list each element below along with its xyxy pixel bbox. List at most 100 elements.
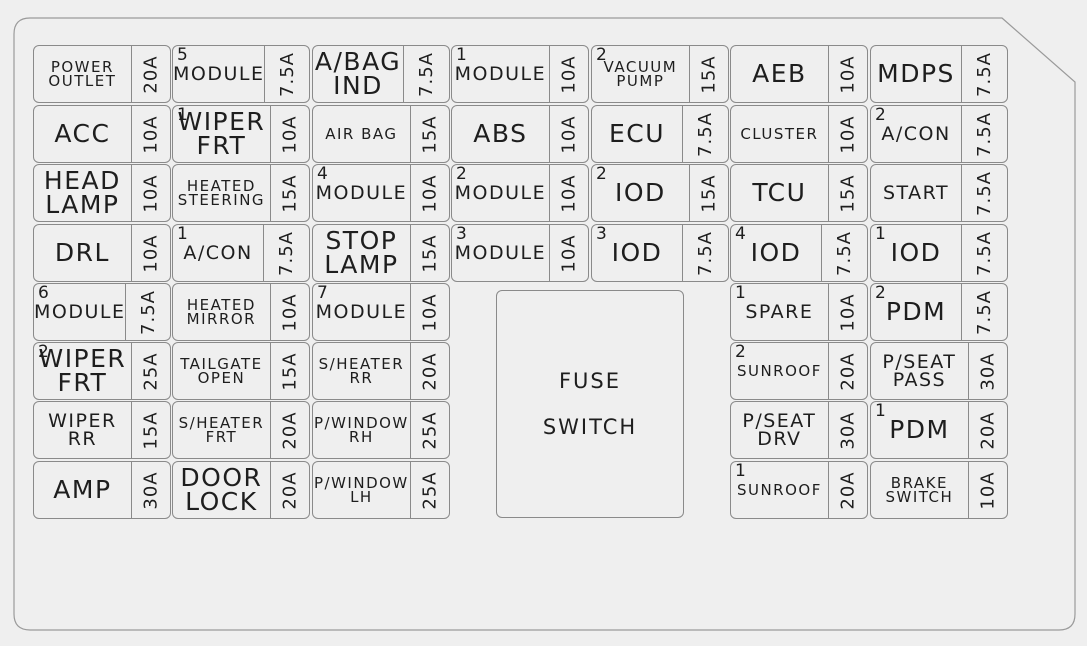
fuse-number: 1 — [735, 461, 746, 481]
fuse-rating: 25A — [419, 470, 441, 510]
fuse-rating-area: 7.5A — [683, 106, 728, 162]
fuse-number: 2 — [735, 342, 746, 362]
fuse-rating-area: 10A — [829, 46, 867, 102]
fuse-label-area: SPARE 1 — [731, 284, 829, 340]
fuse-rating: 10A — [558, 114, 580, 154]
fuse-rating-area: 10A — [132, 165, 170, 221]
fuse-rating: 10A — [419, 292, 441, 332]
fuse-rating: 7.5A — [695, 230, 717, 276]
fuse-cell: A/CON 1 7.5A — [172, 224, 310, 282]
fuse-number: 4 — [735, 224, 746, 244]
fuse-label: IOD — [614, 178, 666, 208]
fuse-label: SUNROOF — [736, 480, 822, 499]
fuse-label-area: IOD 2 — [592, 165, 690, 221]
fuse-rating: 7.5A — [974, 289, 996, 335]
fuse-rating: 25A — [140, 351, 162, 391]
fuse-cell: A/BAG IND 7.5A — [312, 45, 450, 103]
fuse-label: MODULE — [454, 62, 547, 85]
fuse-label-area: CLUSTER — [731, 106, 829, 162]
fuse-rating: 10A — [837, 54, 859, 94]
fuse-label-area: START — [871, 165, 963, 221]
fuse-number: 1 — [456, 45, 467, 65]
fuse-label: CLUSTER — [740, 124, 819, 143]
fuse-cell: IOD 3 7.5A — [591, 224, 729, 282]
fuse-rating: 15A — [837, 173, 859, 213]
fuse-rating: 20A — [140, 54, 162, 94]
fuse-rating-area: 7.5A — [962, 46, 1007, 102]
fuse-label: P/SEAT DRV — [742, 409, 817, 450]
fuse-rating: 10A — [419, 173, 441, 213]
fuse-label: STOP LAMP — [324, 226, 399, 279]
fuse-rating: 7.5A — [974, 230, 996, 276]
fuse-cell: WIPER RR 15A — [33, 401, 171, 459]
fuse-label-area: P/WINDOW RH — [313, 402, 411, 458]
fuse-cell: DRL 10A — [33, 224, 171, 282]
fuse-rating-area: 15A — [271, 343, 309, 399]
fuse-rating-area: 30A — [969, 343, 1007, 399]
fuse-label-area: MODULE 7 — [313, 284, 411, 340]
fuse-rating: 10A — [558, 233, 580, 273]
fuse-label: AMP — [53, 475, 112, 505]
fuse-cell: MODULE 3 10A — [451, 224, 589, 282]
fuse-label: TAILGATE OPEN — [180, 354, 263, 387]
fuse-rating: 20A — [837, 351, 859, 391]
fuse-rating: 10A — [140, 173, 162, 213]
fuse-rating: 15A — [698, 173, 720, 213]
fuse-rating-area: 7.5A — [404, 46, 449, 102]
fuse-label-area: IOD 4 — [731, 224, 823, 281]
fuse-cell: S/HEATER FRT 20A — [172, 401, 310, 459]
fuse-label-area: P/WINDOW LH — [313, 462, 411, 518]
fuse-cell: STOP LAMP 15A — [312, 224, 450, 282]
fuse-cell: MODULE 7 10A — [312, 283, 450, 341]
fuse-cell: MODULE 1 10A — [451, 45, 589, 103]
fuse-cell: MODULE 6 7.5A — [33, 283, 171, 341]
fuse-rating: 30A — [140, 470, 162, 510]
fuse-label: BRAKE SWITCH — [885, 473, 954, 506]
fuse-cell: P/SEAT DRV 30A — [730, 401, 868, 459]
fuse-rating: 7.5A — [277, 51, 299, 97]
fuse-rating-area: 25A — [411, 402, 449, 458]
fuse-rating-area: 20A — [829, 462, 867, 518]
fuse-label: START — [882, 181, 950, 204]
fuse-rating: 15A — [279, 173, 301, 213]
fuse-switch-line2: SWITCH — [542, 415, 638, 439]
fuse-rating-area: 25A — [132, 343, 170, 399]
fuse-rating-area: 20A — [271, 462, 309, 518]
fuse-cell: MDPS 7.5A — [870, 45, 1008, 103]
fuse-cell: ABS 10A — [451, 105, 589, 163]
fuse-label-area: AMP — [34, 462, 132, 518]
fuse-label: WIPER FRT — [38, 344, 127, 397]
fuse-label: DOOR LOCK — [180, 463, 263, 516]
fuse-label: ECU — [608, 119, 666, 149]
fuse-label: HEATED MIRROR — [186, 295, 257, 328]
fuse-label: IOD — [750, 238, 802, 268]
fuse-cell: SPARE 1 10A — [730, 283, 868, 341]
fuse-label-area: MODULE 4 — [313, 165, 411, 221]
fuse-number: 2 — [596, 45, 607, 65]
fuse-number: 1 — [177, 105, 188, 125]
fuse-cell: SUNROOF 2 20A — [730, 342, 868, 400]
fuse-label: P/WINDOW LH — [314, 473, 409, 506]
fuse-label-area: PDM 1 — [871, 402, 969, 458]
fuse-label-area: TCU — [731, 165, 829, 221]
fuse-number: 3 — [456, 224, 467, 244]
fuse-rating-area: 15A — [411, 225, 449, 281]
fuse-cell: POWER OUTLET 20A — [33, 45, 171, 103]
fuse-cell: MODULE 5 7.5A — [172, 45, 310, 103]
fuse-cell: IOD 1 7.5A — [870, 224, 1008, 282]
fuse-label-area: ACC — [34, 106, 132, 162]
fuse-rating-area: 7.5A — [264, 225, 309, 281]
fuse-label-area: P/SEAT DRV — [731, 402, 829, 458]
fuse-cell: SUNROOF 1 20A — [730, 461, 868, 519]
fuse-number: 3 — [596, 224, 607, 244]
fuse-number: 1 — [177, 224, 188, 244]
fuse-rating: 10A — [558, 54, 580, 94]
fuse-number: 2 — [875, 283, 886, 303]
fuse-cell: AEB 10A — [730, 45, 868, 103]
fuse-label: MDPS — [877, 59, 955, 89]
fuse-switch: FUSE SWITCH — [496, 290, 684, 518]
fuse-rating-area: 7.5A — [962, 284, 1007, 340]
fuse-label: S/HEATER FRT — [178, 413, 265, 446]
fuse-rating: 15A — [140, 410, 162, 450]
fuse-rating: 7.5A — [695, 111, 717, 157]
